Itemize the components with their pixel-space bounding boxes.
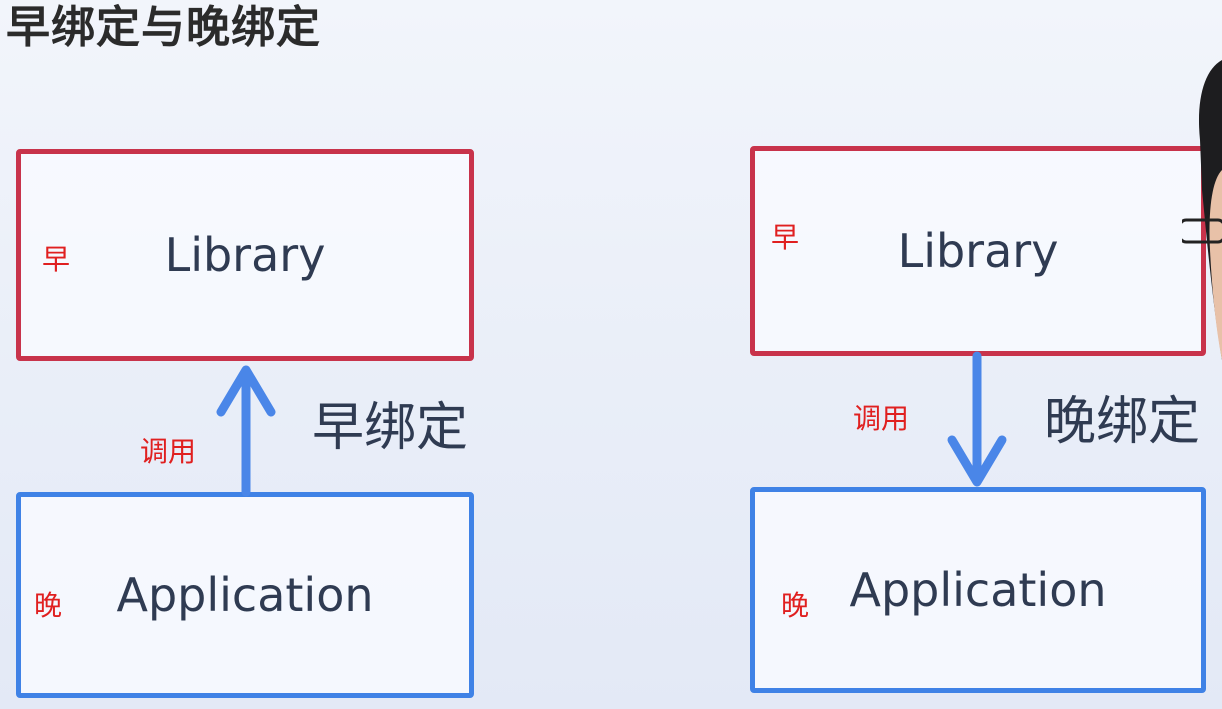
arrows-layer xyxy=(216,351,1007,497)
right-call-arrow xyxy=(947,351,1007,487)
presenter-figure xyxy=(1182,60,1222,360)
left-call-arrow xyxy=(216,365,276,497)
